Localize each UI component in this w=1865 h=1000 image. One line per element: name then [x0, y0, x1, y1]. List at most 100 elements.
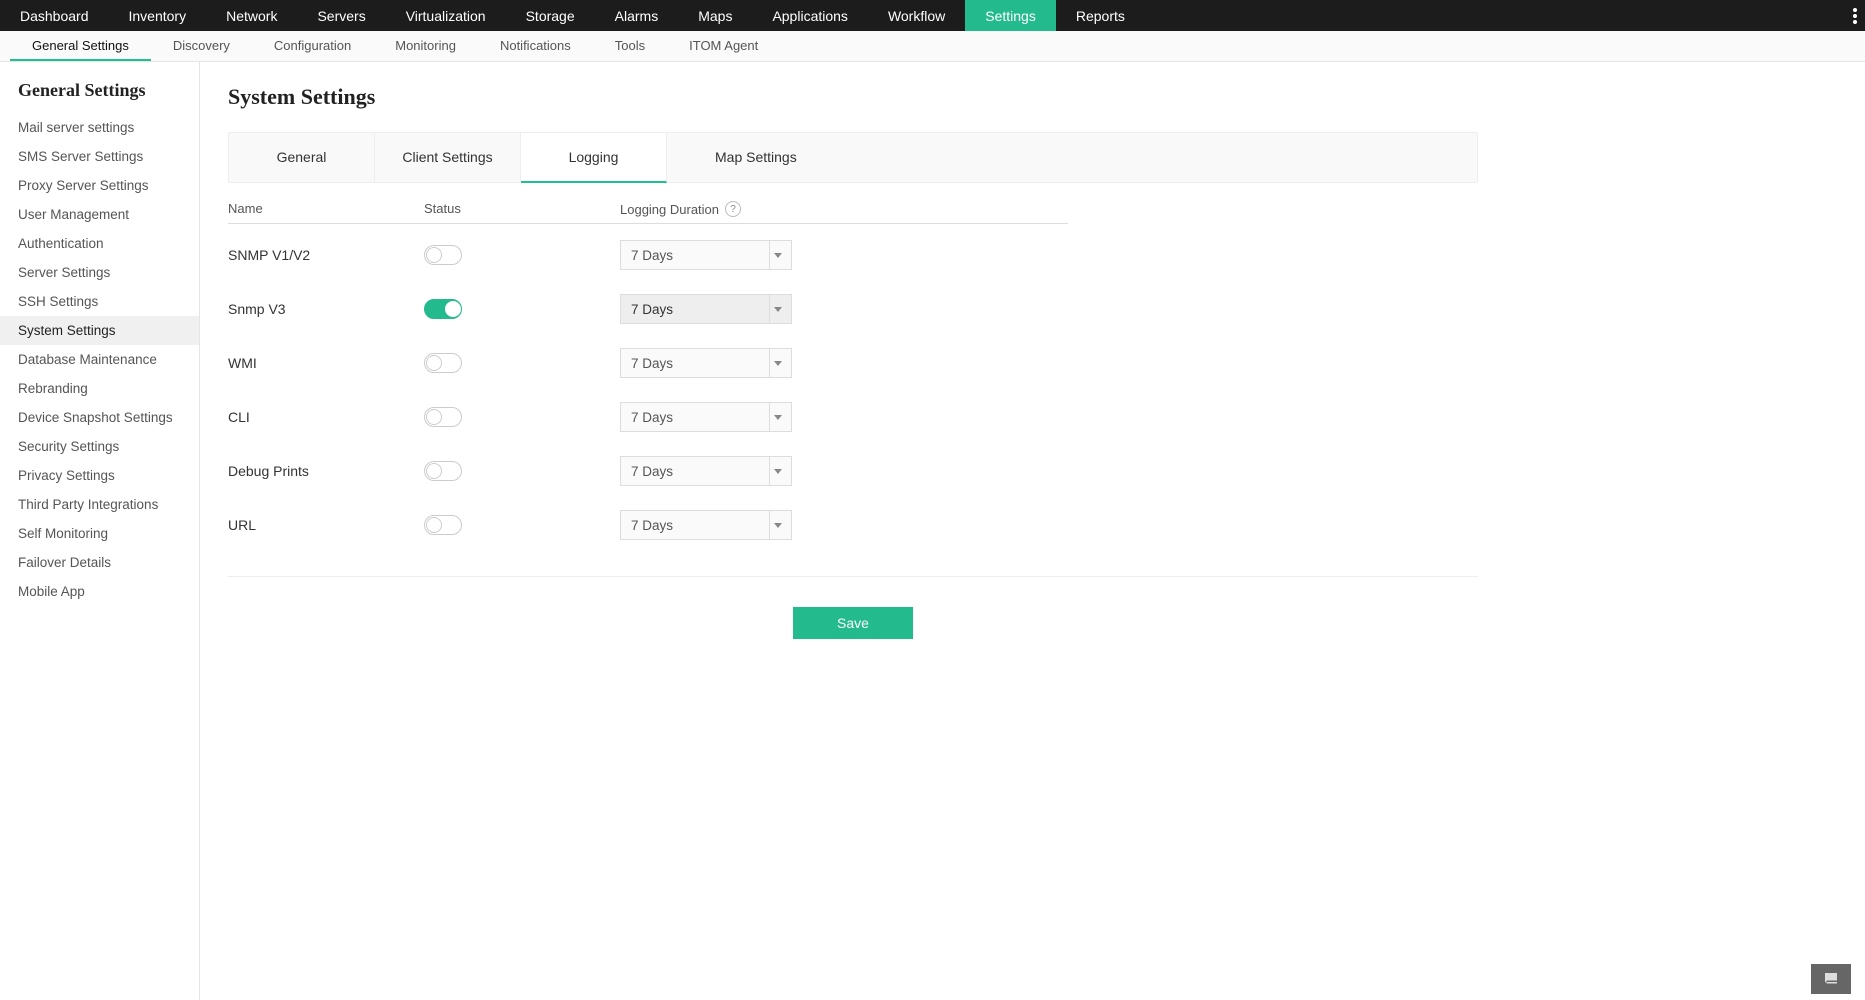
help-icon[interactable]: ? — [725, 201, 741, 217]
sidebar-item-device-snapshot-settings[interactable]: Device Snapshot Settings — [0, 403, 199, 432]
table-row: Debug Prints 7 Days — [228, 440, 1068, 494]
subnav-item-notifications[interactable]: Notifications — [478, 31, 593, 61]
row-duration-cell: 7 Days — [620, 456, 1068, 486]
tab-logging[interactable]: Logging — [521, 133, 667, 183]
duration-value: 7 Days — [631, 518, 673, 533]
chat-fab[interactable] — [1811, 964, 1851, 994]
topnav-item-network[interactable]: Network — [206, 0, 297, 31]
topnav-item-workflow[interactable]: Workflow — [868, 0, 965, 31]
topnav-item-servers[interactable]: Servers — [297, 0, 385, 31]
chat-icon — [1821, 970, 1841, 988]
row-duration-cell: 7 Days — [620, 240, 1068, 270]
subnav-item-discovery[interactable]: Discovery — [151, 31, 252, 61]
row-status-cell — [424, 353, 620, 373]
sidebar: General Settings Mail server settingsSMS… — [0, 62, 200, 1000]
row-name: SNMP V1/V2 — [228, 247, 424, 263]
chevron-down-icon — [769, 457, 785, 485]
topnav-item-storage[interactable]: Storage — [506, 0, 595, 31]
duration-value: 7 Days — [631, 302, 673, 317]
duration-value: 7 Days — [631, 356, 673, 371]
topnav-item-inventory[interactable]: Inventory — [109, 0, 207, 31]
row-name: URL — [228, 517, 424, 533]
sidebar-item-proxy-server-settings[interactable]: Proxy Server Settings — [0, 171, 199, 200]
subnav-item-monitoring[interactable]: Monitoring — [373, 31, 478, 61]
subnav-item-tools[interactable]: Tools — [593, 31, 667, 61]
sidebar-item-sms-server-settings[interactable]: SMS Server Settings — [0, 142, 199, 171]
chevron-down-icon — [769, 241, 785, 269]
row-name: Snmp V3 — [228, 301, 424, 317]
sidebar-item-authentication[interactable]: Authentication — [0, 229, 199, 258]
col-header-name: Name — [228, 201, 424, 217]
top-nav: DashboardInventoryNetworkServersVirtuali… — [0, 0, 1865, 31]
main-content: System Settings GeneralClient SettingsLo… — [200, 62, 1865, 1000]
topnav-item-virtualization[interactable]: Virtualization — [386, 0, 506, 31]
status-toggle[interactable] — [424, 407, 462, 427]
row-duration-cell: 7 Days — [620, 510, 1068, 540]
row-duration-cell: 7 Days — [620, 294, 1068, 324]
col-header-status: Status — [424, 201, 620, 217]
status-toggle[interactable] — [424, 353, 462, 373]
topnav-item-applications[interactable]: Applications — [752, 0, 868, 31]
row-status-cell — [424, 407, 620, 427]
table-row: WMI 7 Days — [228, 332, 1068, 386]
duration-select[interactable]: 7 Days — [620, 510, 792, 540]
row-status-cell — [424, 461, 620, 481]
sub-nav: General SettingsDiscoveryConfigurationMo… — [0, 31, 1865, 62]
sidebar-item-third-party-integrations[interactable]: Third Party Integrations — [0, 490, 199, 519]
sidebar-item-self-monitoring[interactable]: Self Monitoring — [0, 519, 199, 548]
status-toggle[interactable] — [424, 245, 462, 265]
tab-client-settings[interactable]: Client Settings — [375, 133, 521, 182]
duration-select[interactable]: 7 Days — [620, 402, 792, 432]
save-button[interactable]: Save — [793, 607, 913, 639]
sidebar-item-privacy-settings[interactable]: Privacy Settings — [0, 461, 199, 490]
topnav-item-reports[interactable]: Reports — [1056, 0, 1145, 31]
sidebar-title: General Settings — [0, 80, 199, 113]
duration-value: 7 Days — [631, 410, 673, 425]
sidebar-item-database-maintenance[interactable]: Database Maintenance — [0, 345, 199, 374]
sidebar-item-server-settings[interactable]: Server Settings — [0, 258, 199, 287]
sidebar-item-ssh-settings[interactable]: SSH Settings — [0, 287, 199, 316]
sidebar-item-mobile-app[interactable]: Mobile App — [0, 577, 199, 606]
duration-select[interactable]: 7 Days — [620, 240, 792, 270]
tab-general[interactable]: General — [229, 133, 375, 182]
topnav-item-maps[interactable]: Maps — [678, 0, 752, 31]
duration-select[interactable]: 7 Days — [620, 456, 792, 486]
sidebar-item-user-management[interactable]: User Management — [0, 200, 199, 229]
row-name: Debug Prints — [228, 463, 424, 479]
topnav-item-alarms[interactable]: Alarms — [595, 0, 679, 31]
row-name: WMI — [228, 355, 424, 371]
row-status-cell — [424, 299, 620, 319]
sidebar-item-system-settings[interactable]: System Settings — [0, 316, 199, 345]
subnav-item-itom-agent[interactable]: ITOM Agent — [667, 31, 780, 61]
duration-select[interactable]: 7 Days — [620, 294, 792, 324]
row-status-cell — [424, 515, 620, 535]
sidebar-item-rebranding[interactable]: Rebranding — [0, 374, 199, 403]
duration-value: 7 Days — [631, 248, 673, 263]
table-row: CLI 7 Days — [228, 386, 1068, 440]
sidebar-item-failover-details[interactable]: Failover Details — [0, 548, 199, 577]
status-toggle[interactable] — [424, 515, 462, 535]
table-row: URL 7 Days — [228, 494, 1068, 548]
col-header-duration-label: Logging Duration — [620, 202, 719, 217]
row-name: CLI — [228, 409, 424, 425]
subnav-item-general-settings[interactable]: General Settings — [10, 31, 151, 61]
chevron-down-icon — [769, 403, 785, 431]
more-menu-icon[interactable] — [1853, 0, 1857, 31]
subnav-item-configuration[interactable]: Configuration — [252, 31, 373, 61]
topnav-item-dashboard[interactable]: Dashboard — [0, 0, 109, 31]
row-duration-cell: 7 Days — [620, 402, 1068, 432]
sidebar-item-security-settings[interactable]: Security Settings — [0, 432, 199, 461]
table-row: Snmp V3 7 Days — [228, 278, 1068, 332]
row-status-cell — [424, 245, 620, 265]
duration-select[interactable]: 7 Days — [620, 348, 792, 378]
page-title: System Settings — [228, 84, 1837, 110]
status-toggle[interactable] — [424, 461, 462, 481]
table-row: SNMP V1/V2 7 Days — [228, 224, 1068, 278]
sidebar-item-mail-server-settings[interactable]: Mail server settings — [0, 113, 199, 142]
divider — [228, 576, 1478, 577]
tab-map-settings[interactable]: Map Settings — [667, 133, 1477, 182]
col-header-duration: Logging Duration ? — [620, 201, 1068, 217]
status-toggle[interactable] — [424, 299, 462, 319]
topnav-item-settings[interactable]: Settings — [965, 0, 1056, 31]
row-duration-cell: 7 Days — [620, 348, 1068, 378]
